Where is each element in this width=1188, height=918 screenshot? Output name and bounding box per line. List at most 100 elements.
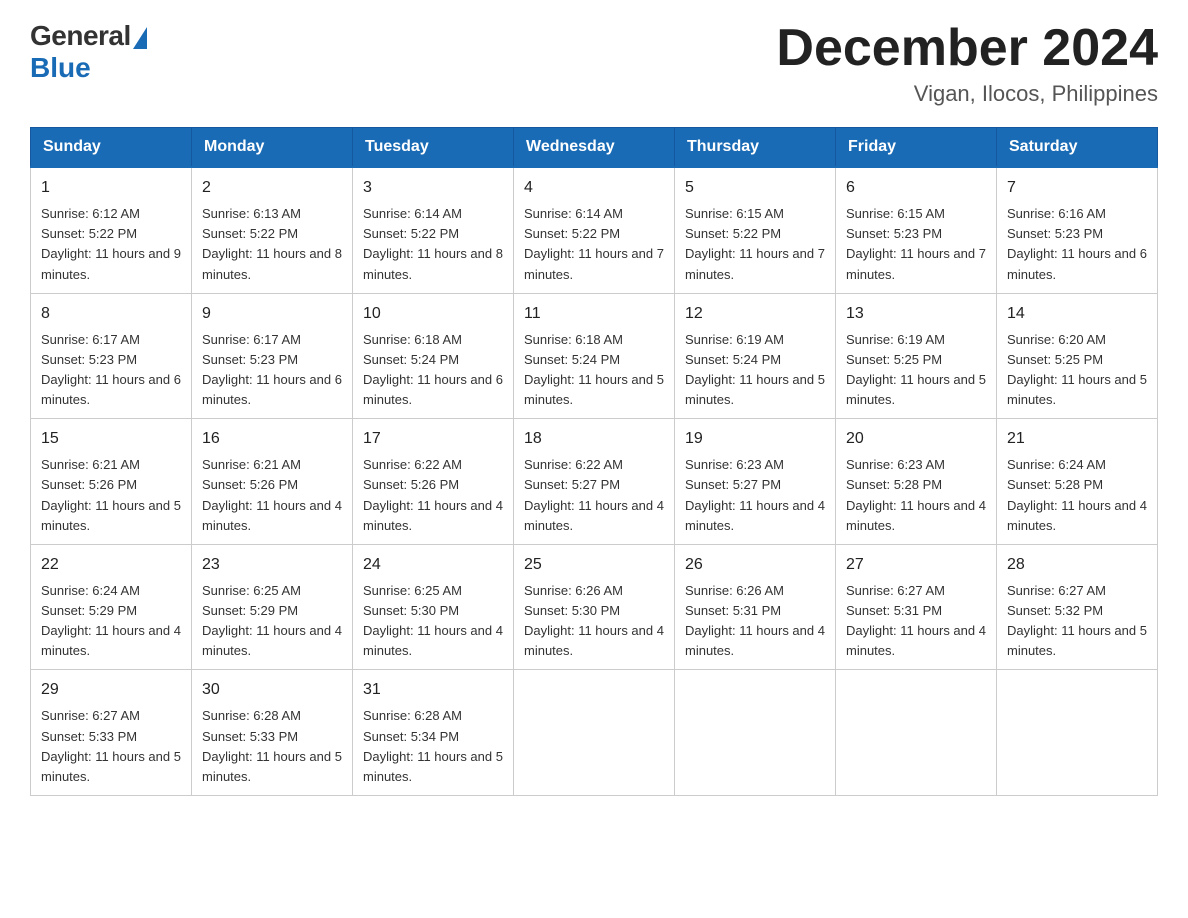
day-info: Sunrise: 6:28 AMSunset: 5:34 PMDaylight:… [363,708,503,783]
logo-general-text: General [30,20,131,52]
day-info: Sunrise: 6:24 AMSunset: 5:28 PMDaylight:… [1007,457,1147,532]
calendar-cell [675,670,836,796]
day-info: Sunrise: 6:22 AMSunset: 5:26 PMDaylight:… [363,457,503,532]
day-number: 23 [202,553,342,577]
calendar-week-row: 15 Sunrise: 6:21 AMSunset: 5:26 PMDayligh… [31,419,1158,545]
calendar-header-wednesday: Wednesday [514,128,675,168]
day-info: Sunrise: 6:20 AMSunset: 5:25 PMDaylight:… [1007,332,1147,407]
day-number: 30 [202,678,342,702]
day-number: 24 [363,553,503,577]
day-number: 19 [685,427,825,451]
calendar-cell: 9Sunrise: 6:17 AMSunset: 5:23 PMDaylight… [192,293,353,419]
day-info: Sunrise: 6:15 AMSunset: 5:22 PMDaylight:… [685,206,825,281]
day-number: 9 [202,302,342,326]
calendar-header-monday: Monday [192,128,353,168]
day-info: Sunrise: 6:23 AMSunset: 5:27 PMDaylight:… [685,457,825,532]
day-info: Sunrise: 6:12 AMSunset: 5:22 PMDaylight:… [41,206,181,281]
day-info: Sunrise: 6:13 AMSunset: 5:22 PMDaylight:… [202,206,342,281]
day-info: Sunrise: 6:15 AMSunset: 5:23 PMDaylight:… [846,206,986,281]
logo: General Blue [30,20,147,84]
page-header: General Blue December 2024 Vigan, Ilocos… [30,20,1158,107]
calendar-cell: 7 Sunrise: 6:16 AMSunset: 5:23 PMDaylight… [997,167,1158,293]
day-number: 22 [41,553,181,577]
calendar-cell [997,670,1158,796]
calendar-cell: 14Sunrise: 6:20 AMSunset: 5:25 PMDayligh… [997,293,1158,419]
day-number: 3 [363,176,503,200]
day-number: 20 [846,427,986,451]
day-info: Sunrise: 6:14 AMSunset: 5:22 PMDaylight:… [524,206,664,281]
calendar-header-row: SundayMondayTuesdayWednesdayThursdayFrid… [31,128,1158,168]
calendar-cell: 20 Sunrise: 6:23 AMSunset: 5:28 PMDayligh… [836,419,997,545]
day-number: 4 [524,176,664,200]
day-number: 10 [363,302,503,326]
day-number: 6 [846,176,986,200]
calendar-cell: 4 Sunrise: 6:14 AMSunset: 5:22 PMDaylight… [514,167,675,293]
day-info: Sunrise: 6:24 AMSunset: 5:29 PMDaylight:… [41,583,181,658]
day-info: Sunrise: 6:26 AMSunset: 5:31 PMDaylight:… [685,583,825,658]
calendar-cell: 19 Sunrise: 6:23 AMSunset: 5:27 PMDayligh… [675,419,836,545]
day-number: 27 [846,553,986,577]
calendar-header-saturday: Saturday [997,128,1158,168]
calendar-week-row: 29 Sunrise: 6:27 AMSunset: 5:33 PMDayligh… [31,670,1158,796]
calendar-cell: 29 Sunrise: 6:27 AMSunset: 5:33 PMDayligh… [31,670,192,796]
logo-triangle-icon [133,27,147,49]
title-section: December 2024 Vigan, Ilocos, Philippines [776,20,1158,107]
calendar-cell: 25 Sunrise: 6:26 AMSunset: 5:30 PMDayligh… [514,544,675,670]
calendar-week-row: 22 Sunrise: 6:24 AMSunset: 5:29 PMDayligh… [31,544,1158,670]
calendar-cell: 13Sunrise: 6:19 AMSunset: 5:25 PMDayligh… [836,293,997,419]
calendar-cell: 6 Sunrise: 6:15 AMSunset: 5:23 PMDaylight… [836,167,997,293]
day-info: Sunrise: 6:22 AMSunset: 5:27 PMDaylight:… [524,457,664,532]
day-info: Sunrise: 6:14 AMSunset: 5:22 PMDaylight:… [363,206,503,281]
calendar-cell: 15 Sunrise: 6:21 AMSunset: 5:26 PMDayligh… [31,419,192,545]
day-number: 28 [1007,553,1147,577]
calendar-week-row: 1 Sunrise: 6:12 AMSunset: 5:22 PMDaylight… [31,167,1158,293]
calendar-cell: 28 Sunrise: 6:27 AMSunset: 5:32 PMDayligh… [997,544,1158,670]
day-info: Sunrise: 6:27 AMSunset: 5:33 PMDaylight:… [41,708,181,783]
day-number: 7 [1007,176,1147,200]
location-subtitle: Vigan, Ilocos, Philippines [776,81,1158,107]
calendar-cell: 5 Sunrise: 6:15 AMSunset: 5:22 PMDaylight… [675,167,836,293]
day-number: 1 [41,176,181,200]
calendar-cell: 11 Sunrise: 6:18 AMSunset: 5:24 PMDayligh… [514,293,675,419]
calendar-header-sunday: Sunday [31,128,192,168]
day-info: Sunrise: 6:23 AMSunset: 5:28 PMDaylight:… [846,457,986,532]
calendar-cell: 2 Sunrise: 6:13 AMSunset: 5:22 PMDaylight… [192,167,353,293]
calendar-cell: 1 Sunrise: 6:12 AMSunset: 5:22 PMDaylight… [31,167,192,293]
calendar-header-tuesday: Tuesday [353,128,514,168]
calendar-cell: 26Sunrise: 6:26 AMSunset: 5:31 PMDayligh… [675,544,836,670]
day-number: 16 [202,427,342,451]
day-info: Sunrise: 6:25 AMSunset: 5:30 PMDaylight:… [363,583,503,658]
calendar-header-friday: Friday [836,128,997,168]
day-number: 17 [363,427,503,451]
day-info: Sunrise: 6:28 AMSunset: 5:33 PMDaylight:… [202,708,342,783]
day-number: 18 [524,427,664,451]
calendar-cell: 10 Sunrise: 6:18 AMSunset: 5:24 PMDayligh… [353,293,514,419]
day-info: Sunrise: 6:27 AMSunset: 5:32 PMDaylight:… [1007,583,1147,658]
day-number: 15 [41,427,181,451]
calendar-cell: 16Sunrise: 6:21 AMSunset: 5:26 PMDayligh… [192,419,353,545]
day-info: Sunrise: 6:17 AMSunset: 5:23 PMDaylight:… [41,332,181,407]
day-number: 8 [41,302,181,326]
day-number: 25 [524,553,664,577]
calendar-header-thursday: Thursday [675,128,836,168]
calendar-cell [514,670,675,796]
calendar-cell: 18 Sunrise: 6:22 AMSunset: 5:27 PMDayligh… [514,419,675,545]
calendar-cell: 24 Sunrise: 6:25 AMSunset: 5:30 PMDayligh… [353,544,514,670]
day-number: 21 [1007,427,1147,451]
day-info: Sunrise: 6:16 AMSunset: 5:23 PMDaylight:… [1007,206,1147,281]
day-info: Sunrise: 6:19 AMSunset: 5:24 PMDaylight:… [685,332,825,407]
day-info: Sunrise: 6:21 AMSunset: 5:26 PMDaylight:… [41,457,181,532]
day-info: Sunrise: 6:18 AMSunset: 5:24 PMDaylight:… [363,332,503,407]
calendar-table: SundayMondayTuesdayWednesdayThursdayFrid… [30,127,1158,796]
day-info: Sunrise: 6:18 AMSunset: 5:24 PMDaylight:… [524,332,664,407]
day-number: 2 [202,176,342,200]
calendar-cell: 17 Sunrise: 6:22 AMSunset: 5:26 PMDayligh… [353,419,514,545]
day-number: 29 [41,678,181,702]
calendar-cell [836,670,997,796]
day-number: 11 [524,302,664,326]
day-number: 5 [685,176,825,200]
day-number: 12 [685,302,825,326]
day-number: 13 [846,302,986,326]
month-year-title: December 2024 [776,20,1158,77]
day-info: Sunrise: 6:26 AMSunset: 5:30 PMDaylight:… [524,583,664,658]
